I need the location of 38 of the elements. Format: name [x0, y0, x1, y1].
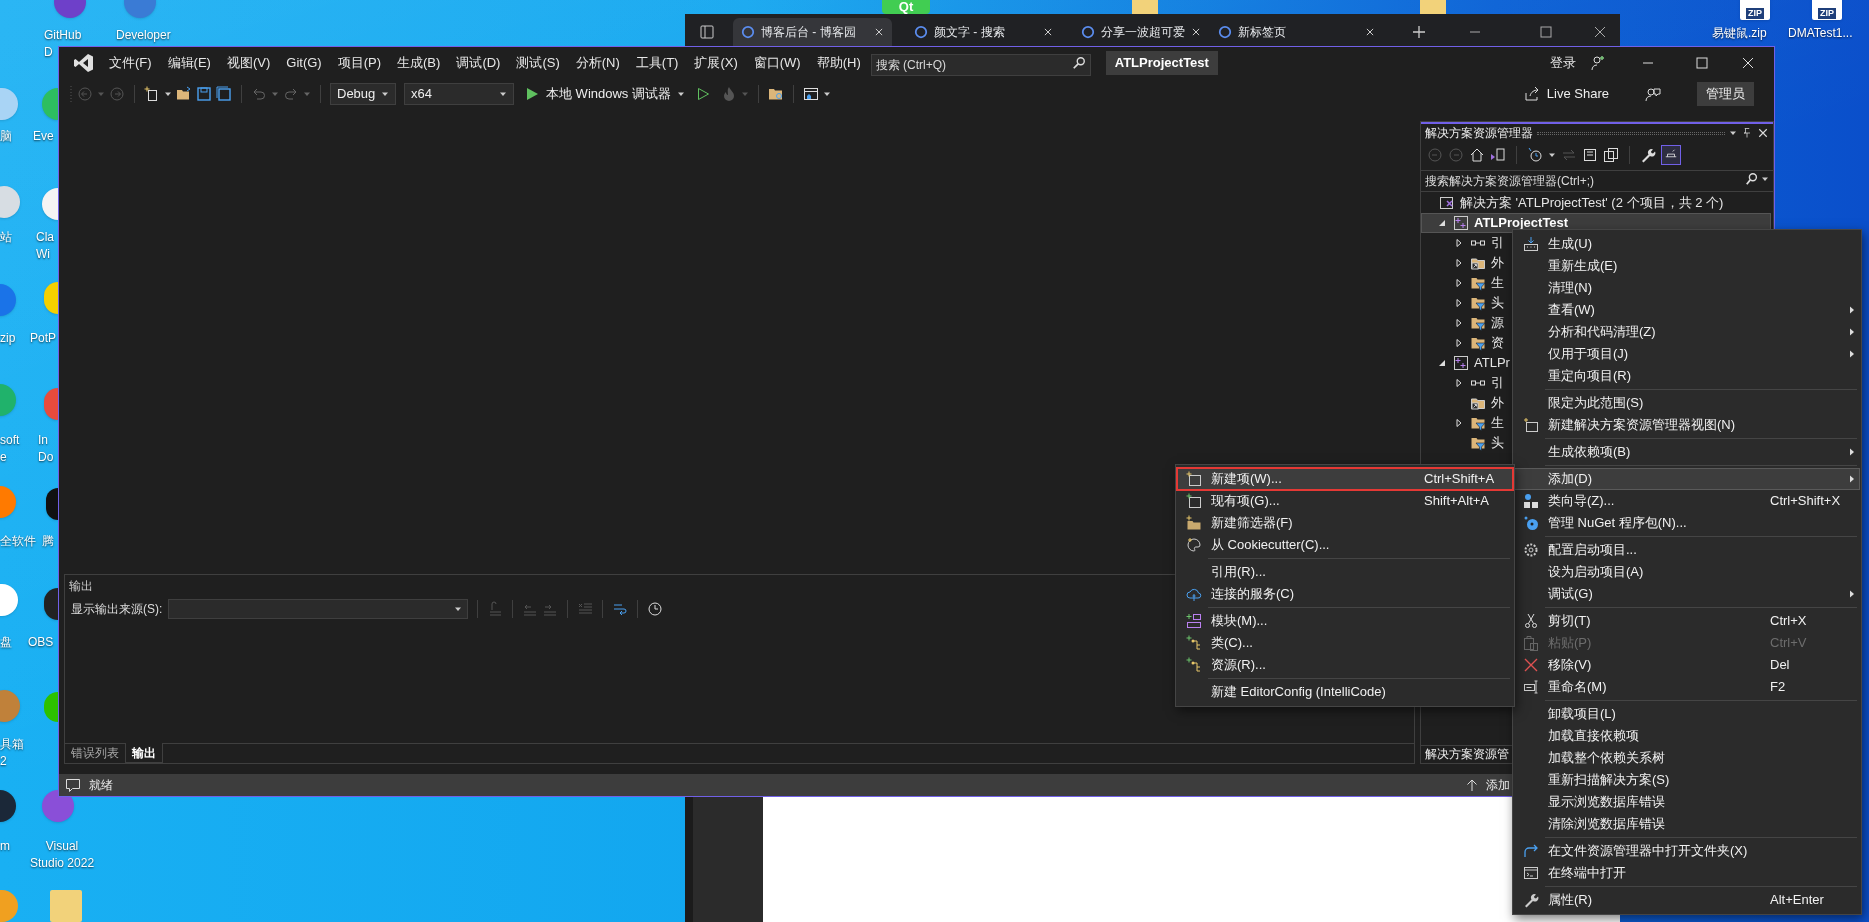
shortcut-label: F2: [1770, 678, 1786, 697]
status-text: 就绪: [89, 777, 113, 794]
icon-label: 具箱: [0, 736, 24, 753]
panel-title: 输出: [68, 578, 94, 595]
icon-label: 全软件: [0, 533, 36, 550]
icon-label: Eve: [33, 128, 54, 145]
icon-label: m: [0, 838, 10, 855]
icon-label: zip: [0, 330, 16, 347]
icon-label: GitHub: [44, 27, 82, 44]
icon-label: Cla: [36, 229, 54, 246]
icon-label: soft: [0, 432, 20, 449]
icon-label: PotP: [30, 330, 56, 347]
solution-title: ATLProjectTest: [1105, 51, 1218, 75]
icon-label: DMATest1...: [1788, 25, 1853, 42]
icon-label: 腾: [42, 533, 54, 550]
panel-title: 解决方案资源管理器: [1425, 125, 1533, 142]
icon-label: 易键鼠.zip: [1712, 25, 1767, 42]
icon-label: In: [38, 432, 48, 449]
icon-label: 站: [0, 229, 12, 246]
shortcut-label: Del: [1770, 656, 1790, 675]
shortcut-label: Ctrl+X: [1770, 612, 1807, 631]
field-label: 显示输出来源(S):: [71, 601, 163, 618]
icon-label: Developer: [116, 27, 171, 44]
shortcut-label: Ctrl+Shift+A: [1424, 470, 1495, 489]
icon-label: 脑: [0, 128, 12, 145]
icon-label: OBS: [28, 634, 54, 651]
icon-label: 2: [0, 753, 7, 770]
icon-label: Studio 2022: [30, 855, 95, 872]
icon-label: e: [0, 449, 7, 466]
icon-label: Wi: [36, 246, 50, 263]
shortcut-label: Shift+Alt+A: [1424, 492, 1490, 511]
icon-label: Do: [38, 449, 54, 466]
icon-label: D: [44, 44, 53, 61]
icon-label: Visual: [45, 838, 79, 855]
shortcut-label: Ctrl+V: [1770, 634, 1807, 653]
icon-label: 盘: [0, 634, 12, 651]
shortcut-label: Ctrl+Shift+X: [1770, 492, 1841, 511]
shortcut-label: Alt+Enter: [1770, 891, 1824, 910]
